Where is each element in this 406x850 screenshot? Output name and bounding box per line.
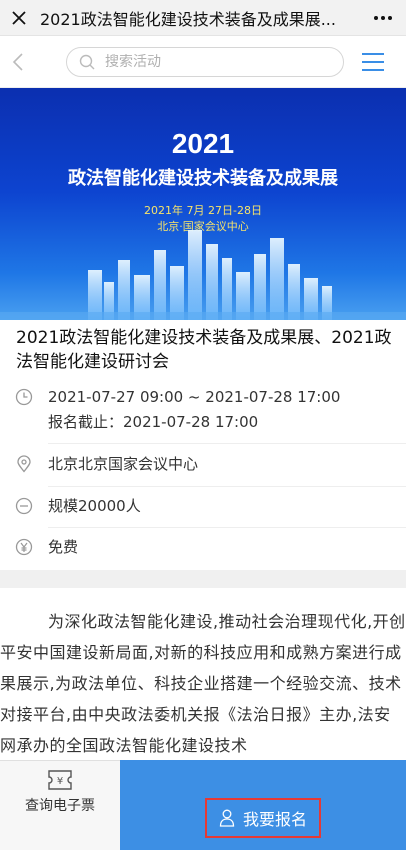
city-skyline-image xyxy=(0,230,406,320)
title-bar: 2021政法智能化建设技术装备及成果展... xyxy=(0,0,406,36)
info-time: 2021-07-27 09:00 ~ 2021-07-28 17:00 报名截止… xyxy=(0,386,406,433)
event-location: 北京北京国家会议中心 xyxy=(48,455,199,473)
search-box[interactable] xyxy=(66,46,344,77)
menu-icon-bar xyxy=(362,52,384,55)
more-icon xyxy=(374,15,392,20)
menu-button[interactable] xyxy=(362,52,384,71)
event-time-range: 2021-07-27 09:00 ~ 2021-07-28 17:00 xyxy=(48,388,341,406)
chevron-left-icon xyxy=(12,52,23,71)
banner-title: 政法智能化建设技术装备及成果展 xyxy=(68,168,338,189)
divider xyxy=(48,527,406,528)
info-scale: 规模20000人 xyxy=(0,495,406,517)
ticket-icon: ¥ xyxy=(48,770,72,790)
banner-year: 2021 xyxy=(171,128,235,159)
event-banner: 2021 政法智能化建设技术装备及成果展 2021年 7月 27日-28日 北京… xyxy=(0,88,406,320)
signup-button[interactable]: 我要报名 xyxy=(204,798,321,838)
close-button[interactable] xyxy=(0,10,38,26)
menu-icon-bar xyxy=(362,60,384,63)
minus-circle-icon xyxy=(0,495,48,515)
divider xyxy=(48,443,406,444)
menu-icon-bar xyxy=(362,68,384,71)
registration-deadline: 报名截止：2021-07-28 17:00 xyxy=(48,413,259,431)
window-title: 2021政法智能化建设技术装备及成果展... xyxy=(40,9,336,29)
event-fee: 免费 xyxy=(48,538,79,556)
bottom-action-bar: ¥ 查询电子票 我要报名 xyxy=(0,760,406,850)
yen-circle-icon xyxy=(0,536,48,556)
nav-bar xyxy=(0,36,406,88)
event-description: 为深化政法智能化建设,推动社会治理现代化,开创平安中国建设新局面,对新的科技应用… xyxy=(0,612,406,755)
query-ticket-button[interactable]: ¥ 查询电子票 xyxy=(0,760,120,850)
search-input[interactable] xyxy=(105,53,325,70)
banner-date: 2021年 7月 27日-28日 xyxy=(144,204,262,217)
more-button[interactable] xyxy=(360,15,406,21)
signup-area: 我要报名 xyxy=(120,760,406,850)
back-button[interactable] xyxy=(0,52,36,72)
location-pin-icon xyxy=(0,453,48,473)
user-icon xyxy=(219,809,235,827)
query-ticket-label: 查询电子票 xyxy=(25,798,95,814)
ticket-icon-text: ¥ xyxy=(57,776,63,787)
info-fee: 免费 xyxy=(0,536,406,558)
section-gap xyxy=(0,570,406,588)
signup-label: 我要报名 xyxy=(242,810,307,829)
clock-icon xyxy=(0,386,48,406)
divider xyxy=(48,486,406,487)
info-location: 北京北京国家会议中心 xyxy=(0,453,406,475)
event-title: 2021政法智能化建设技术装备及成果展、2021政法智能化建设研讨会 xyxy=(16,328,392,372)
search-icon xyxy=(79,54,95,69)
close-icon xyxy=(12,10,26,25)
event-scale: 规模20000人 xyxy=(48,497,141,515)
